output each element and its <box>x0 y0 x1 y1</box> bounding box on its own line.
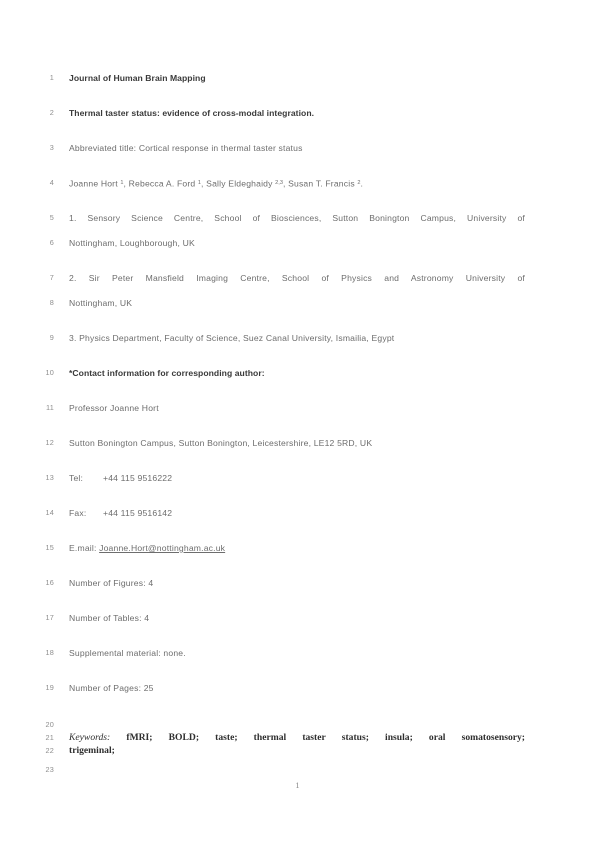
document-line: 17 Number of Tables: 4 <box>0 610 595 626</box>
contact-address: Sutton Bonington Campus, Sutton Boningto… <box>69 438 373 448</box>
line-number: 6 <box>49 238 54 247</box>
fax-label: Fax: <box>69 508 87 518</box>
paper-title: Thermal taster status: evidence of cross… <box>69 108 315 118</box>
document-line: 19 Number of Pages: 25 <box>0 680 595 696</box>
keywords-label: Keywords: <box>69 732 111 743</box>
document-line: 6 Nottingham, Loughborough, UK <box>0 235 595 251</box>
affiliation-1: 1. Sensory Science Centre, School of Bio… <box>69 213 525 223</box>
email-link[interactable]: Joanne.Hort@nottingham.ac.uk <box>99 543 225 553</box>
line-number: 8 <box>49 298 54 307</box>
contact-name: Professor Joanne Hort <box>69 403 159 413</box>
line-number: 1 <box>49 73 54 82</box>
affiliation-2-cont: Nottingham, UK <box>69 298 133 308</box>
journal-title: Journal of Human Brain Mapping <box>69 73 206 83</box>
line-number: 20 <box>45 720 54 729</box>
document-line: 2 Thermal taster status: evidence of cro… <box>0 105 595 121</box>
line-number: 14 <box>45 508 54 517</box>
line-number: 17 <box>45 613 54 622</box>
contact-telephone: Tel: +44 115 9516222 <box>69 470 525 486</box>
author-name-segment: , Susan T. Francis <box>282 178 358 189</box>
document-line: 23 <box>0 763 595 779</box>
line-number: 10 <box>45 368 54 377</box>
author-list: Joanne Hort 1, Rebecca A. Ford 1, Sally … <box>69 175 525 192</box>
telephone-value: +44 115 9516222 <box>103 473 173 483</box>
affiliation-2: 2. Sir Peter Mansfield Imaging Centre, S… <box>69 273 525 283</box>
document-line: 3 Abbreviated title: Cortical response i… <box>0 140 595 156</box>
keywords-values: fMRI; BOLD; taste; thermal taster status… <box>126 732 526 743</box>
document-line: 9 3. Physics Department, Faculty of Scie… <box>0 330 595 346</box>
page-number: 1 <box>295 781 300 790</box>
line-number: 15 <box>45 543 54 552</box>
line-number: 19 <box>45 683 54 692</box>
contact-heading: *Contact information for corresponding a… <box>69 368 265 378</box>
document-line: 4 Joanne Hort 1, Rebecca A. Ford 1, Sall… <box>0 175 595 191</box>
author-name-segment: , Sally Eldeghaidy <box>201 178 276 189</box>
abbreviated-title: Abbreviated title: Cortical response in … <box>69 143 303 153</box>
document-line: 14 Fax: +44 115 9516142 <box>0 505 595 521</box>
document-line: 7 2. Sir Peter Mansfield Imaging Centre,… <box>0 270 595 286</box>
email-label: E.mail: <box>69 543 97 553</box>
contact-email: E.mail: Joanne.Hort@nottingham.ac.uk <box>69 540 525 556</box>
document-line: 11 Professor Joanne Hort <box>0 400 595 416</box>
author-name-segment: . <box>360 178 364 189</box>
document-line: 5 1. Sensory Science Centre, School of B… <box>0 210 595 226</box>
contact-fax: Fax: +44 115 9516142 <box>69 505 525 521</box>
number-of-figures: Number of Figures: 4 <box>69 578 154 588</box>
document-line: 10 *Contact information for correspondin… <box>0 365 595 381</box>
line-number: 21 <box>45 733 54 742</box>
author-name-segment: Joanne Hort <box>69 178 121 189</box>
line-number: 2 <box>49 108 54 117</box>
affiliation-3: 3. Physics Department, Faculty of Scienc… <box>69 333 395 343</box>
document-line: 13 Tel: +44 115 9516222 <box>0 470 595 486</box>
document-line: 18 Supplemental material: none. <box>0 645 595 661</box>
line-number: 18 <box>45 648 54 657</box>
keywords-line-cont: trigeminal; <box>69 745 115 756</box>
supplemental-material: Supplemental material: none. <box>69 648 186 658</box>
line-number: 16 <box>45 578 54 587</box>
keywords-line: Keywords: fMRI; BOLD; taste; thermal tas… <box>69 731 525 744</box>
document-page: 1 Journal of Human Brain Mapping 2 Therm… <box>0 0 595 842</box>
line-number: 7 <box>49 273 54 282</box>
number-of-pages: Number of Pages: 25 <box>69 683 154 693</box>
line-number: 13 <box>45 473 54 482</box>
document-line: 8 Nottingham, UK <box>0 295 595 311</box>
fax-value: +44 115 9516142 <box>103 508 173 518</box>
line-number: 9 <box>49 333 54 342</box>
document-line: 22 trigeminal; <box>0 744 595 760</box>
telephone-label: Tel: <box>69 473 84 483</box>
line-number: 3 <box>49 143 54 152</box>
line-number: 22 <box>45 746 54 755</box>
number-of-tables: Number of Tables: 4 <box>69 613 150 623</box>
document-line: 12 Sutton Bonington Campus, Sutton Bonin… <box>0 435 595 451</box>
author-name-segment: , Rebecca A. Ford <box>123 178 198 189</box>
document-line: 16 Number of Figures: 4 <box>0 575 595 591</box>
document-line: 1 Journal of Human Brain Mapping <box>0 70 595 86</box>
line-number: 23 <box>45 765 54 774</box>
line-number: 4 <box>49 178 54 187</box>
line-number: 11 <box>46 403 54 412</box>
line-number: 5 <box>49 213 54 222</box>
affiliation-marker: 2,3 <box>275 180 283 186</box>
affiliation-1-cont: Nottingham, Loughborough, UK <box>69 238 195 248</box>
line-number: 12 <box>45 438 54 447</box>
document-line: 15 E.mail: Joanne.Hort@nottingham.ac.uk <box>0 540 595 556</box>
